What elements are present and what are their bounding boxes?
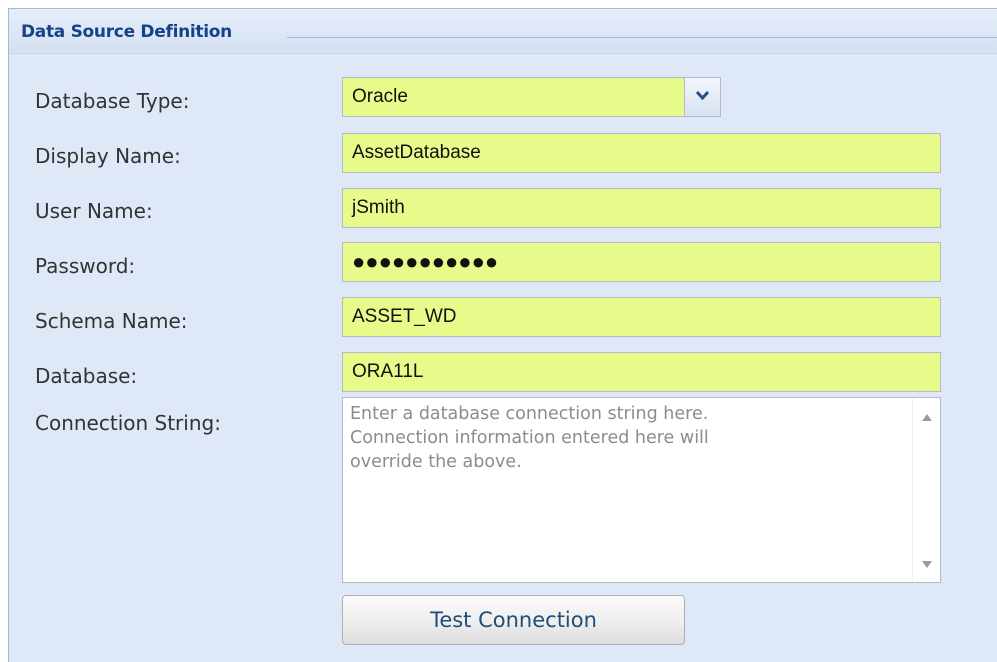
connection-string-placeholder: Enter a database connection string here.… — [350, 404, 709, 472]
panel-title: Data Source Definition — [21, 22, 232, 42]
database-type-label: Database Type: — [35, 89, 190, 113]
connection-string-textarea[interactable]: Enter a database connection string here.… — [342, 397, 941, 583]
password-field[interactable]: ●●●●●●●●●●● — [342, 242, 941, 282]
schema-name-field[interactable]: ASSET_WD — [342, 297, 941, 337]
database-type-dropdown-button[interactable] — [684, 78, 720, 116]
database-field[interactable]: ORA11L — [342, 352, 941, 392]
database-type-select[interactable]: Oracle — [342, 77, 721, 117]
schema-name-label: Schema Name: — [35, 309, 188, 333]
user-name-field[interactable]: jSmith — [342, 188, 941, 228]
test-connection-button[interactable]: Test Connection — [342, 595, 685, 645]
title-divider — [287, 37, 997, 38]
database-label: Database: — [35, 364, 138, 388]
connection-string-label: Connection String: — [35, 411, 221, 435]
textarea-scrollbar[interactable] — [912, 398, 940, 582]
display-name-field[interactable]: AssetDatabase — [342, 133, 941, 173]
scroll-up-arrow-icon[interactable] — [922, 414, 932, 421]
user-name-label: User Name: — [35, 199, 153, 223]
database-type-value: Oracle — [352, 86, 408, 107]
scroll-down-arrow-icon[interactable] — [922, 561, 932, 568]
display-name-label: Display Name: — [35, 144, 181, 168]
password-label: Password: — [35, 254, 136, 278]
chevron-down-icon — [696, 91, 709, 101]
panel-header: Data Source Definition — [9, 9, 997, 54]
data-source-definition-panel: Data Source Definition Database Type: Or… — [8, 8, 997, 662]
